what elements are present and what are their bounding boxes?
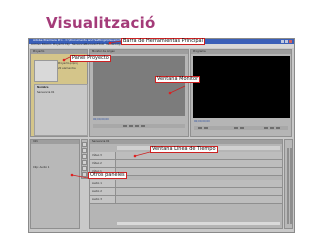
- project-panel-arrow-dot: [62, 58, 66, 62]
- callout-main-toolbar: Barra de Herramientas Principal: [121, 38, 205, 45]
- callout-monitor-window: Ventana Monitor: [155, 76, 201, 83]
- callout-timeline-window: Ventana Línea de Tiempo: [150, 146, 218, 153]
- toolbar-arrow-dot: [108, 41, 112, 45]
- other-panels-arrow-dot: [70, 173, 74, 177]
- toolbar-arrow: [109, 40, 122, 44]
- monitor-arrow: [169, 85, 186, 94]
- callout-project-panel: Panel Proyecto: [70, 55, 111, 62]
- callout-other-panels: Otros paneles: [88, 172, 127, 179]
- other-panels-arrow: [71, 174, 89, 179]
- monitor-arrow-dot: [168, 91, 172, 95]
- timeline-arrow-dot: [133, 154, 137, 158]
- callout-arrows: [62, 40, 186, 179]
- timeline-arrow: [134, 151, 151, 157]
